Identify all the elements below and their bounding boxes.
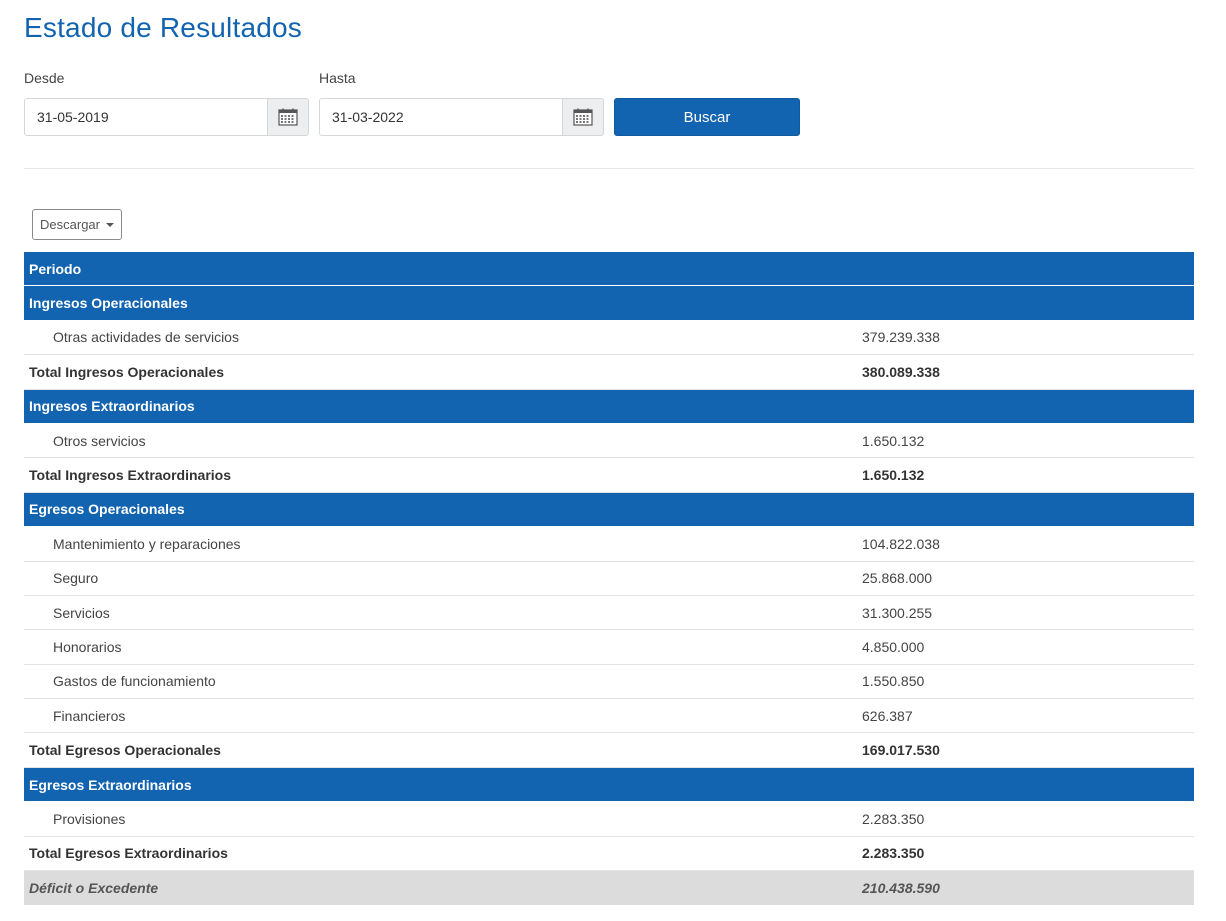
table-row-value: 104.822.038 (862, 535, 940, 552)
caret-down-icon (105, 222, 114, 227)
page-title: Estado de Resultados (24, 12, 302, 43)
table-row: Financieros 626.387 (24, 699, 1194, 734)
table-row-value: 2.283.350 (862, 810, 925, 827)
table-row-label: Gastos de funcionamiento (53, 673, 216, 690)
divider (24, 168, 1194, 169)
total-row: Total Ingresos Extraordinarios 1.650.132 (24, 458, 1194, 493)
total-row-label: Total Ingresos Extraordinarios (29, 467, 232, 484)
periodo-label: Periodo (29, 260, 82, 277)
section-header-row-label: Egresos Extraordinarios (29, 776, 192, 793)
table-row: Seguro 25.868.000 (24, 562, 1194, 596)
section-header-row-label: Ingresos Extraordinarios (29, 398, 195, 415)
table-row: Otras actividades de servicios 379.239.33… (24, 321, 1194, 356)
table-row-label: Financieros (53, 707, 126, 724)
periodo-header-row: Periodo (24, 252, 1194, 287)
total-row: Total Egresos Extraordinarios 2.283.350 (24, 837, 1194, 872)
section-header-row: Egresos Operacionales (24, 492, 1194, 528)
table-row-value: 379.239.338 (862, 329, 940, 346)
total-row: Total Ingresos Operacionales 380.089.338 (24, 355, 1194, 390)
table-row-label: Honorarios (53, 638, 122, 655)
table-row-label: Mantenimiento y reparaciones (53, 535, 241, 552)
calendar-icon (278, 108, 298, 126)
result-row: Déficit o Excedente 210.438.590 (24, 871, 1194, 906)
buscar-button[interactable]: Buscar (614, 98, 800, 136)
total-row-value: 380.089.338 (862, 363, 940, 380)
descargar-label: Descargar (40, 217, 100, 232)
table-row-value: 626.387 (862, 707, 913, 724)
table-row: Mantenimiento y reparaciones 104.822.038 (24, 527, 1194, 562)
total-row-label: Total Egresos Extraordinarios (29, 845, 228, 862)
desde-date-input[interactable] (25, 99, 267, 135)
table-row-value: 1.550.850 (862, 673, 925, 690)
total-row-value: 2.283.350 (862, 845, 925, 862)
report-table: Periodo Ingresos Operacionales Otras acti… (24, 252, 1194, 906)
total-row-value: 1.650.132 (862, 467, 925, 484)
hasta-label: Hasta (319, 70, 356, 86)
total-row-value: 169.017.530 (862, 742, 940, 759)
calendar-icon (573, 108, 593, 126)
total-row-label: Total Egresos Operacionales (29, 742, 221, 759)
descargar-dropdown-button[interactable]: Descargar (32, 209, 122, 240)
total-row-label: Total Ingresos Operacionales (29, 363, 225, 380)
table-row-value: 25.868.000 (862, 570, 933, 587)
table-row: Gastos de funcionamiento 1.550.850 (24, 665, 1194, 700)
section-header-row-label: Egresos Operacionales (29, 501, 185, 518)
table-row-label: Servicios (53, 604, 110, 621)
table-row: Honorarios 4.850.000 (24, 630, 1194, 665)
total-row: Total Egresos Operacionales 169.017.530 (24, 733, 1194, 768)
result-row-value: 210.438.590 (862, 880, 940, 897)
section-header-row: Ingresos Extraordinarios (24, 389, 1194, 424)
table-row-value: 4.850.000 (862, 638, 925, 655)
desde-calendar-button[interactable] (267, 99, 308, 135)
table-row-label: Provisiones (53, 810, 126, 827)
section-header-row: Egresos Extraordinarios (24, 767, 1194, 803)
table-row: Otros servicios 1.650.132 (24, 424, 1194, 459)
table-row-label: Otros servicios (53, 432, 146, 449)
table-row-label: Seguro (53, 570, 99, 587)
hasta-date-input[interactable] (320, 99, 562, 135)
table-row-label: Otras actividades de servicios (53, 329, 239, 346)
desde-label: Desde (24, 70, 65, 86)
hasta-date-group (319, 98, 604, 136)
hasta-calendar-button[interactable] (562, 99, 603, 135)
section-header-row-label: Ingresos Operacionales (29, 295, 188, 312)
table-row: Provisiones 2.283.350 (24, 802, 1194, 837)
desde-date-group (24, 98, 309, 136)
table-row-value: 31.300.255 (862, 604, 933, 621)
section-header-row: Ingresos Operacionales (24, 286, 1194, 321)
table-row-value: 1.650.132 (862, 432, 925, 449)
result-row-label: Déficit o Excedente (29, 880, 159, 897)
table-row: Servicios 31.300.255 (24, 596, 1194, 631)
